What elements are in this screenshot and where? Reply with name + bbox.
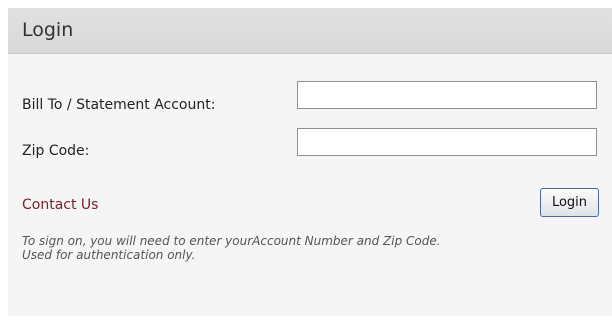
help-text: To sign on, you will need to enter yourA… bbox=[22, 234, 608, 262]
account-number-input[interactable] bbox=[297, 81, 597, 109]
account-number-label: Bill To / Statement Account: bbox=[22, 97, 216, 113]
zip-code-label: Zip Code: bbox=[22, 143, 90, 159]
login-panel: Login Bill To / Statement Account: Zip C… bbox=[8, 8, 612, 316]
panel-title: Login bbox=[22, 19, 74, 41]
help-text-line-1: To sign on, you will need to enter yourA… bbox=[22, 234, 441, 248]
login-button[interactable]: Login bbox=[540, 188, 599, 217]
help-text-line-2: Used for authentication only. bbox=[22, 248, 196, 262]
panel-header: Login bbox=[8, 8, 612, 54]
zip-code-input[interactable] bbox=[297, 128, 597, 156]
contact-us-link[interactable]: Contact Us bbox=[22, 196, 98, 214]
